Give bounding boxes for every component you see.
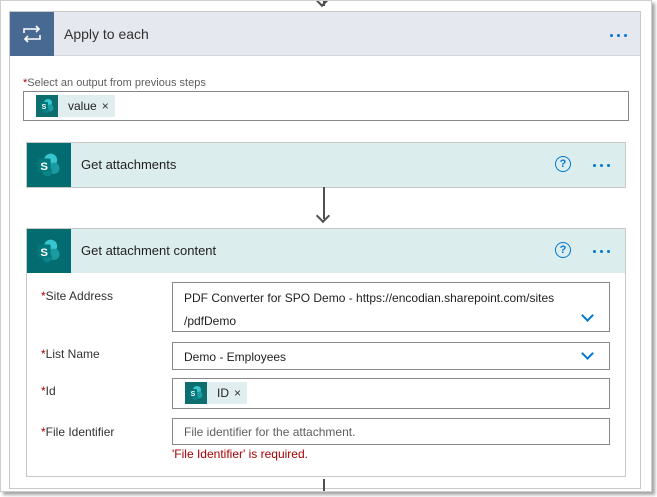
loop-icon bbox=[10, 12, 54, 56]
svg-text:S: S bbox=[40, 161, 48, 173]
file-identifier-placeholder: File identifier for the attachment. bbox=[184, 425, 356, 439]
svg-text:S: S bbox=[40, 247, 48, 259]
get-attachments-card: S Get attachments ? bbox=[26, 142, 626, 188]
svg-text:S: S bbox=[191, 391, 196, 398]
connector-line-bottom bbox=[323, 479, 325, 491]
get-attachment-content-title: Get attachment content bbox=[81, 243, 217, 258]
select-output-input[interactable]: S value × bbox=[23, 91, 629, 121]
close-icon[interactable]: × bbox=[234, 386, 241, 400]
id-input[interactable]: S ID × bbox=[172, 378, 610, 409]
site-address-label-text: Site Address bbox=[45, 289, 114, 303]
sharepoint-icon: S bbox=[27, 229, 71, 273]
list-name-dropdown[interactable]: Demo - Employees bbox=[172, 342, 610, 370]
chevron-down-icon[interactable] bbox=[581, 347, 594, 360]
site-address-value-line1: PDF Converter for SPO Demo - https://enc… bbox=[184, 291, 555, 305]
chevron-down-icon[interactable] bbox=[581, 309, 594, 322]
file-identifier-label-text: File Identifier bbox=[45, 425, 115, 439]
apply-to-each-title: Apply to each bbox=[64, 26, 149, 42]
select-output-label-text: Select an output from previous steps bbox=[27, 77, 206, 89]
close-icon[interactable]: × bbox=[102, 99, 109, 113]
id-token-label: ID bbox=[217, 386, 229, 400]
value-token[interactable]: S value × bbox=[36, 95, 115, 117]
get-attachment-content-header[interactable]: S Get attachment content ? bbox=[27, 229, 625, 273]
get-attachments-header[interactable]: S Get attachments ? bbox=[27, 143, 625, 187]
file-identifier-error: 'File Identifier' is required. bbox=[172, 447, 308, 461]
id-token[interactable]: S ID × bbox=[185, 382, 248, 404]
more-options-icon[interactable] bbox=[593, 248, 610, 254]
file-identifier-input[interactable]: File identifier for the attachment. bbox=[172, 418, 610, 445]
id-label: *Id bbox=[41, 384, 56, 398]
down-arrow-icon bbox=[314, 1, 330, 8]
get-attachments-title: Get attachments bbox=[81, 157, 177, 172]
flow-designer-canvas: Apply to each *Select an output from pre… bbox=[0, 0, 652, 492]
apply-to-each-card: Apply to each *Select an output from pre… bbox=[9, 11, 641, 489]
sharepoint-icon: S bbox=[27, 143, 71, 187]
site-address-value-line2: /pdfDemo bbox=[184, 314, 237, 328]
site-address-label: *Site Address bbox=[41, 289, 113, 303]
sharepoint-icon: S bbox=[185, 382, 207, 404]
select-output-label: *Select an output from previous steps bbox=[23, 77, 206, 89]
id-label-text: Id bbox=[45, 384, 56, 398]
get-attachment-content-card: S Get attachment content ? *Site Address… bbox=[26, 228, 626, 477]
apply-to-each-header[interactable]: Apply to each bbox=[10, 12, 640, 56]
more-options-icon[interactable] bbox=[593, 162, 610, 168]
help-icon[interactable]: ? bbox=[555, 156, 571, 172]
more-options-icon[interactable] bbox=[610, 32, 627, 38]
list-name-label: *List Name bbox=[41, 347, 100, 361]
site-address-dropdown[interactable]: PDF Converter for SPO Demo - https://enc… bbox=[172, 282, 610, 332]
list-name-value: Demo - Employees bbox=[184, 350, 287, 364]
value-token-label: value bbox=[68, 99, 97, 113]
svg-text:S: S bbox=[42, 104, 47, 111]
file-identifier-label: *File Identifier bbox=[41, 425, 114, 439]
list-name-label-text: List Name bbox=[45, 347, 100, 361]
help-icon[interactable]: ? bbox=[555, 242, 571, 258]
sharepoint-icon: S bbox=[36, 95, 58, 117]
